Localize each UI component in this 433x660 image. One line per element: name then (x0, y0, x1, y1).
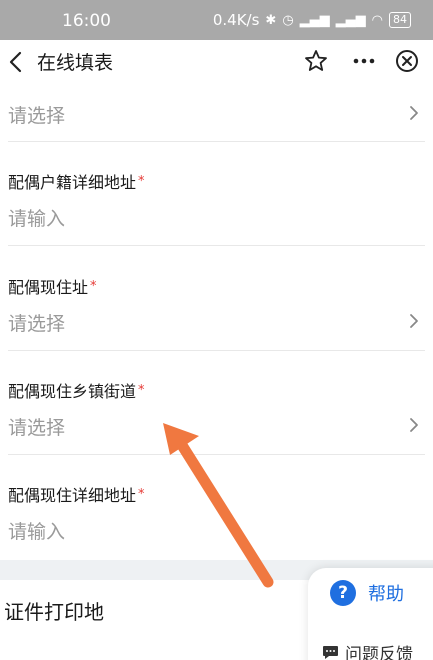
bluetooth-icon: ✱ (265, 12, 277, 28)
field-label: 配偶现住详细地址 * (8, 486, 145, 505)
required-mark: * (90, 279, 97, 294)
back-arrow-icon[interactable] (4, 49, 30, 75)
network-speed: 0.4K/s (212, 11, 260, 29)
feedback-label: 问题反馈 (345, 645, 413, 660)
wifi-icon: ◠ (371, 12, 383, 28)
alarm-icon: ◷ (282, 12, 294, 28)
select-placeholder[interactable]: 请选择 (8, 101, 65, 128)
form-field-spouse-current-detail-address: 配偶现住详细地址 * 请输入 (0, 455, 433, 560)
required-mark: * (138, 487, 145, 502)
more-icon[interactable] (349, 48, 379, 74)
form-field-spouse-current-address[interactable]: 配偶现住址 * 请选择 (0, 246, 433, 351)
field-label: 配偶户籍详细地址 * (8, 173, 145, 192)
required-mark: * (138, 174, 145, 189)
page-title: 在线填表 (37, 52, 114, 74)
signal-icon: ▂▄▆ (299, 12, 330, 28)
help-label: 帮助 (368, 584, 404, 605)
help-icon: ? (330, 580, 356, 606)
chat-bubble-icon (323, 646, 338, 659)
text-input[interactable]: 请输入 (8, 517, 65, 544)
chevron-right-icon (410, 106, 418, 120)
select-placeholder[interactable]: 请选择 (8, 309, 65, 336)
feedback-button[interactable]: 问题反馈 (322, 640, 413, 660)
field-label: 配偶现住址 * (8, 278, 97, 297)
form-field-spouse-current-street[interactable]: 配偶现住乡镇街道 * 请选择 (0, 351, 433, 455)
section-title: 证件打印地 (4, 600, 104, 624)
nav-bar: 在线填表 (0, 40, 433, 84)
star-icon[interactable] (303, 48, 329, 74)
status-time: 16:00 (62, 11, 111, 31)
battery-icon: 84 (389, 12, 411, 28)
signal-icon: ▂▄▆ (335, 12, 366, 28)
status-icons: 0.4K/s ✱ ◷ ▂▄▆ ▂▄▆ ◠ 84 (213, 11, 411, 29)
help-button[interactable]: ? 帮助 (330, 580, 404, 606)
select-placeholder[interactable]: 请选择 (8, 413, 65, 440)
form-field-spouse-household-address: 配偶户籍详细地址 * 请输入 (0, 142, 433, 246)
field-label: 配偶现住乡镇街道 * (8, 382, 145, 401)
status-bar: 16:00 0.4K/s ✱ ◷ ▂▄▆ ▂▄▆ ◠ 84 (0, 0, 433, 40)
form-field-select[interactable]: 请选择 (0, 84, 433, 142)
chevron-right-icon (410, 314, 418, 328)
text-input[interactable]: 请输入 (8, 204, 65, 231)
close-icon[interactable] (394, 48, 420, 74)
chevron-right-icon (410, 418, 418, 432)
required-mark: * (138, 383, 145, 398)
